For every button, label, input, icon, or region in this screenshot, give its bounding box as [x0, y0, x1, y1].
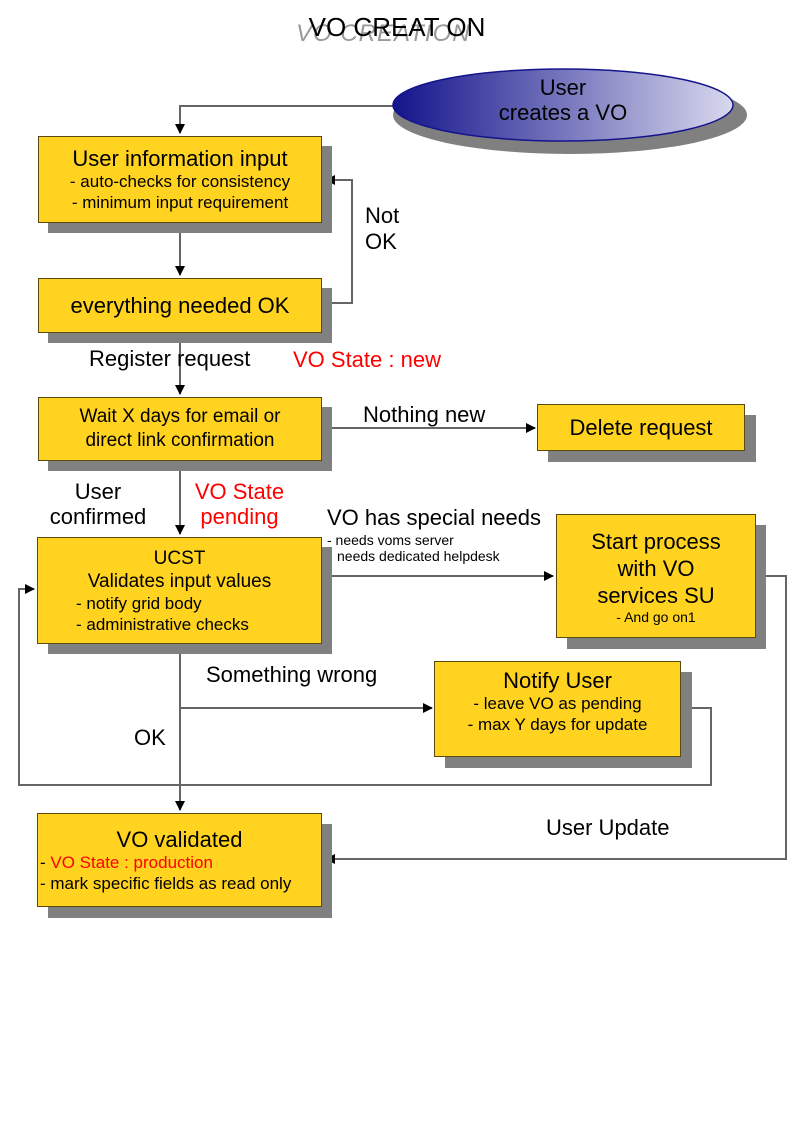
node-item: - max Y days for update	[467, 715, 648, 734]
start-node[interactable]: User creates a VO	[393, 75, 733, 125]
node-user-information-input[interactable]: User information input - auto-checks for…	[38, 136, 322, 223]
node-item: - mark specific fields as read only	[40, 873, 292, 893]
label-line: OK	[365, 229, 397, 254]
label-special-needs-item: - needs voms server	[327, 532, 454, 548]
start-line1: User	[539, 75, 587, 100]
node-notify-user[interactable]: Notify User - leave VO as pending - max …	[434, 661, 681, 757]
label-line: pending	[200, 504, 279, 529]
label-special-needs: VO has special needs	[327, 505, 542, 530]
node-ucst[interactable]: UCST Validates input values - notify gri…	[37, 537, 322, 644]
node-item: - auto-checks for consistency	[69, 172, 291, 191]
label-ok: OK	[134, 725, 166, 750]
label-line: VO State	[194, 479, 285, 504]
label-state-pending: VO State pending	[187, 479, 292, 529]
label-user-confirmed: User confirmed	[48, 479, 148, 529]
node-everything-needed-ok[interactable]: everything needed OK	[38, 278, 322, 333]
label-special-needs-item: needs dedicated helpdesk	[337, 548, 500, 564]
label-nothing-new: Nothing new	[363, 402, 486, 427]
node-line: Start process	[591, 528, 721, 554]
label-line: confirmed	[49, 504, 147, 529]
label-line: Not	[365, 203, 400, 228]
node-title: Delete request	[569, 415, 713, 440]
vo-state-production: VO State : production	[50, 852, 213, 872]
node-item: - administrative checks	[76, 614, 249, 634]
start-line2: creates a VO	[498, 100, 628, 125]
node-note: - And go on1	[616, 608, 696, 625]
node-subtitle: Validates input values	[87, 570, 272, 592]
label-user-update: User Update	[546, 815, 670, 840]
label-something-wrong: Something wrong	[206, 662, 378, 687]
label-not-ok: Not OK	[365, 203, 399, 255]
edge-start-to-input	[175, 105, 395, 134]
state-prefix: -	[40, 852, 51, 872]
node-item: - minimum input requirement	[71, 193, 289, 212]
node-state-line: - VO State : production	[40, 852, 213, 873]
node-line: with VO	[617, 555, 695, 581]
node-title: Notify User	[503, 668, 612, 693]
node-line: direct link confirmation	[85, 430, 275, 451]
node-item: - notify grid body	[76, 593, 202, 613]
label-register-request: Register request	[89, 346, 251, 371]
label-state-new: VO State : new	[293, 347, 441, 372]
node-delete-request[interactable]: Delete request	[537, 404, 745, 451]
node-start-process[interactable]: Start process with VO services SU - And …	[556, 514, 756, 638]
node-title: VO validated	[116, 826, 243, 852]
node-vo-validated[interactable]: VO validated - VO State : production - m…	[37, 813, 322, 907]
node-wait-confirmation[interactable]: Wait X days for email or direct link con…	[38, 397, 322, 461]
node-item: - leave VO as pending	[473, 694, 642, 713]
node-line: services SU	[597, 582, 715, 608]
node-title: UCST	[153, 547, 206, 569]
node-title: everything needed OK	[70, 293, 290, 318]
label-line: User	[74, 479, 122, 504]
node-title: User information input	[72, 146, 288, 171]
node-line: Wait X days for email or	[79, 406, 281, 427]
